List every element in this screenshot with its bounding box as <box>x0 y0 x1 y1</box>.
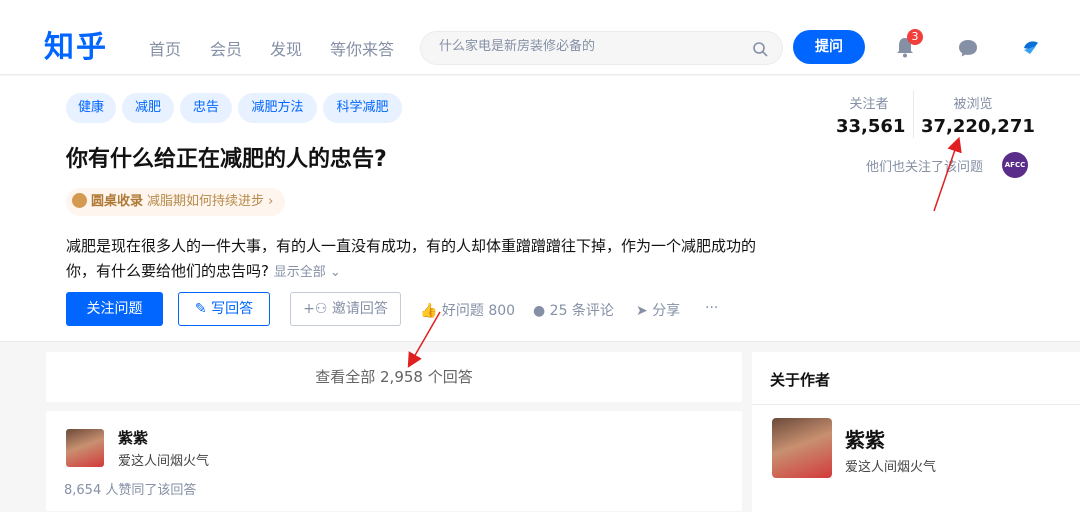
share-button[interactable]: ➤ 分享 <box>636 300 680 320</box>
roundtable-topic: 减脂期如何持续进步 <box>147 194 265 209</box>
question-description: 减肥是现在很多人的一件大事，有的人一直没有成功，有的人却体重蹭蹭蹭往下掉，作为一… <box>66 234 756 285</box>
ask-question-button[interactable]: 提问 <box>793 30 865 64</box>
nav-home[interactable]: 首页 <box>149 36 181 60</box>
topic-tag[interactable]: 科学减肥 <box>323 93 402 123</box>
write-answer-button[interactable]: ✎ 写回答 <box>178 292 270 326</box>
also-follow-text[interactable]: 他们也关注了该问题 <box>866 156 983 175</box>
view-all-answers-link[interactable]: 查看全部 2,958 个回答 <box>46 352 742 402</box>
sidebar-author-name[interactable]: 紫紫 <box>845 424 885 453</box>
comments-button[interactable]: ● 25 条评论 <box>533 300 614 320</box>
sidebar-author-avatar[interactable] <box>772 418 832 478</box>
answer-author-name[interactable]: 紫紫 <box>118 427 148 448</box>
notification-badge: 3 <box>907 29 923 45</box>
search-bar <box>420 31 783 65</box>
invite-answer-button[interactable]: +⚇ 邀请回答 <box>290 292 401 326</box>
afcc-avatar[interactable]: AFCC <box>1002 152 1028 178</box>
topic-tag[interactable]: 健康 <box>66 93 116 123</box>
send-icon: ➤ <box>636 303 648 319</box>
nav-waiting-answers[interactable]: 等你来答 <box>330 36 394 60</box>
top-navigation-bar: 知乎 首页 会员 发现 等你来答 提问 3 <box>0 0 1080 75</box>
views-stat: 被浏览 37,220,271 <box>921 93 1035 137</box>
about-author-heading: 关于作者 <box>770 371 831 389</box>
question-header-card: 健康 减肥 忠告 减肥方法 科学减肥 你有什么给正在减肥的人的忠告? 圆桌收录减… <box>0 76 1080 342</box>
topic-tag[interactable]: 忠告 <box>180 93 232 123</box>
question-description-text: 减肥是现在很多人的一件大事，有的人一直没有成功，有的人却体重蹭蹭蹭往下掉，作为一… <box>66 237 757 280</box>
nav-discover[interactable]: 发现 <box>270 36 302 60</box>
good-question-button[interactable]: 👍 好问题 800 <box>420 300 515 320</box>
followers-label: 关注者 <box>849 97 889 112</box>
answer-author-avatar[interactable] <box>66 429 104 467</box>
chevron-down-icon: ⌄ <box>329 265 341 280</box>
show-all-link[interactable]: 显示全部 ⌄ <box>274 265 341 280</box>
roundtable-icon <box>72 193 87 208</box>
stats-divider <box>913 90 914 138</box>
question-title: 你有什么给正在减肥的人的忠告? <box>66 147 387 172</box>
add-user-icon: +⚇ <box>303 301 328 317</box>
answer-author-bio: 爱这人间烟火气 <box>118 454 210 469</box>
zhihu-logo[interactable]: 知乎 <box>44 22 108 66</box>
more-options-button[interactable]: ··· <box>705 300 718 316</box>
sidebar-author-bio: 爱这人间烟火气 <box>845 460 937 475</box>
roundtable-badge[interactable]: 圆桌收录 减脂期如何持续进步 › <box>66 188 286 216</box>
pencil-icon: ✎ <box>194 301 207 317</box>
search-icon[interactable] <box>752 41 768 57</box>
views-label: 被浏览 <box>953 97 993 112</box>
topic-tag[interactable]: 减肥方法 <box>238 93 317 123</box>
messages-icon[interactable] <box>957 38 979 58</box>
followers-value: 33,561 <box>836 116 906 137</box>
about-author-panel: 关于作者 紫紫 爱这人间烟火气 <box>752 352 1080 512</box>
follow-question-button[interactable]: 关注问题 <box>66 292 163 326</box>
panel-divider <box>752 404 1080 405</box>
followers-stat[interactable]: 关注者 33,561 <box>836 93 906 137</box>
thumbs-up-icon: 👍 <box>420 303 438 319</box>
views-value: 37,220,271 <box>921 116 1035 137</box>
user-avatar-icon[interactable] <box>1020 36 1040 60</box>
topic-tag[interactable]: 减肥 <box>122 93 174 123</box>
search-input[interactable] <box>439 39 739 54</box>
comment-icon: ● <box>533 303 546 319</box>
nav-membership[interactable]: 会员 <box>210 36 242 60</box>
chevron-right-icon: › <box>268 194 274 209</box>
roundtable-title: 圆桌收录 <box>91 194 144 209</box>
answer-likes-count: 8,654 人赞同了该回答 <box>64 483 197 498</box>
answer-card: 紫紫 爱这人间烟火气 8,654 人赞同了该回答 <box>46 411 742 511</box>
